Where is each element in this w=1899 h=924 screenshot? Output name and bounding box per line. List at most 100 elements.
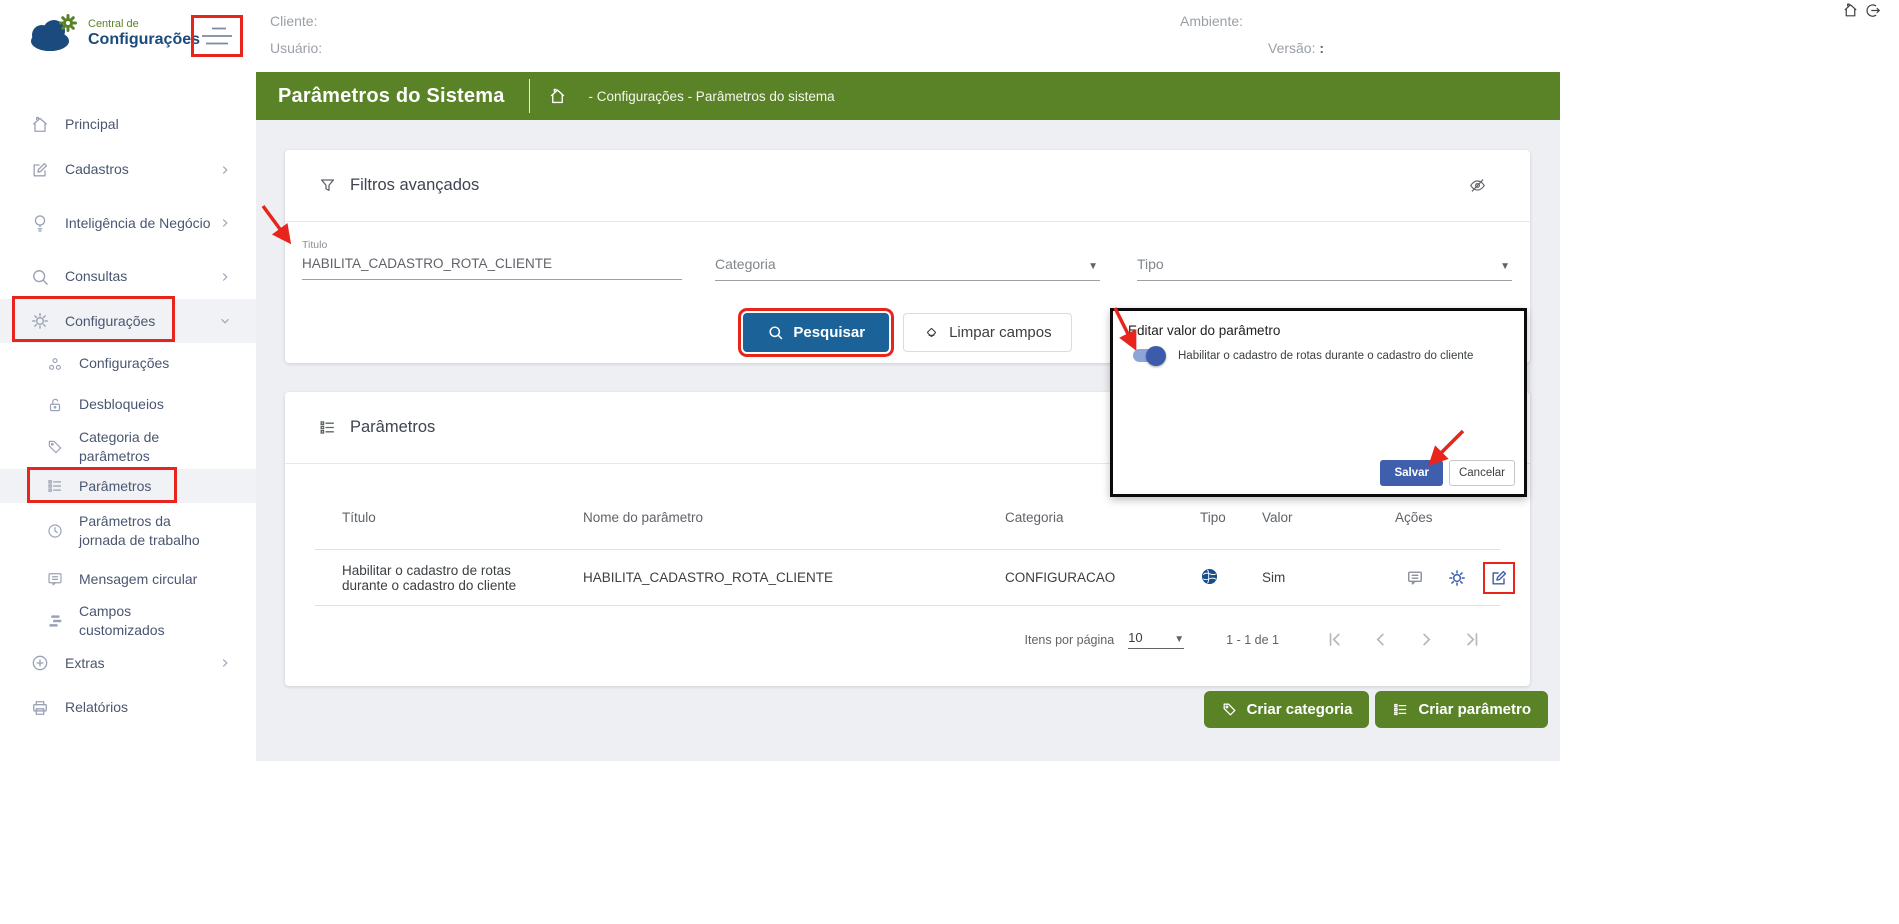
sidebar-item-label: Configurações (79, 354, 169, 373)
hub-icon (46, 355, 64, 373)
eye-slash-icon[interactable] (1468, 176, 1487, 195)
items-per-page-select[interactable]: 10 ▼ (1128, 630, 1184, 649)
col-acoes: Ações (1395, 510, 1500, 525)
app-logo: Central de Configurações (26, 13, 200, 53)
sidebar-item-relatorios[interactable]: Relatórios (0, 685, 256, 730)
comment-icon[interactable] (1405, 568, 1425, 588)
first-page-icon[interactable] (1325, 630, 1344, 649)
sidebar-item-label: Extras (65, 654, 105, 673)
titulo-input[interactable] (302, 253, 682, 280)
tag-icon (46, 438, 64, 456)
cell-acoes (1395, 568, 1509, 588)
salvar-button[interactable]: Salvar (1380, 460, 1443, 486)
lightbulb-icon (30, 213, 50, 233)
search-icon (30, 267, 50, 287)
items-per-page-label: Itens por página (1025, 633, 1115, 647)
toggle-label: Habilitar o cadastro de rotas durante o … (1178, 350, 1473, 362)
sidebar-item-label: Consultas (65, 267, 127, 286)
logout-icon[interactable] (1864, 2, 1881, 19)
sidebar-item-consultas[interactable]: Consultas (0, 254, 256, 299)
chevron-right-icon (218, 216, 232, 230)
criar-parametro-button[interactable]: Criar parâmetro (1375, 691, 1548, 728)
cell-valor: Sim (1262, 570, 1395, 585)
tipo-select-placeholder: Tipo (1137, 256, 1164, 272)
list-icon (46, 477, 64, 495)
parameter-toggle[interactable] (1133, 349, 1163, 362)
sidebar-item-label: Parâmetros da jornada de trabalho (79, 512, 212, 550)
central-configuracoes-app: Central de Configurações Cliente: Usuári… (0, 0, 1899, 924)
unlock-icon (46, 396, 64, 414)
chevron-right-icon (218, 656, 232, 670)
globe-icon (1200, 567, 1219, 586)
cloud-gear-logo-icon (26, 13, 80, 53)
versao-value: : (1319, 40, 1324, 56)
sidebar-item-extras[interactable]: Extras (0, 641, 256, 685)
sidebar-item-cadastros[interactable]: Cadastros (0, 147, 256, 192)
cell-categoria: CONFIGURACAO (1005, 570, 1200, 585)
home-icon (30, 115, 50, 135)
sidebar-item-principal[interactable]: Principal (0, 102, 256, 147)
cell-nome: HABILITA_CADASTRO_ROTA_CLIENTE (583, 570, 1005, 585)
col-nome: Nome do parâmetro (583, 510, 1005, 525)
titlebar-divider (529, 79, 530, 113)
filters-card-title: Filtros avançados (350, 176, 479, 195)
edit-icon[interactable] (1489, 568, 1509, 588)
breadcrumb: - Configurações - Parâmetros do sistema (589, 89, 835, 104)
col-valor: Valor (1262, 510, 1395, 525)
sidebar-item-label: Mensagem circular (79, 570, 197, 589)
footer-actions: Criar categoria Criar parâmetro (285, 691, 1548, 728)
layers-icon (46, 612, 64, 630)
last-page-icon[interactable] (1463, 630, 1482, 649)
prev-page-icon[interactable] (1371, 630, 1390, 649)
filter-funnel-icon (318, 176, 337, 195)
sidebar-item-label: Desbloqueios (79, 395, 164, 414)
dropdown-caret-icon: ▼ (1500, 261, 1510, 272)
chevron-right-icon (218, 270, 232, 284)
logo-line1: Central de (88, 18, 200, 31)
col-titulo: Título (315, 510, 583, 525)
cancelar-button[interactable]: Cancelar (1449, 460, 1515, 486)
sidebar-subitem-campos-customizados[interactable]: Campos customizados (0, 600, 256, 641)
tipo-select[interactable]: Tipo ▼ (1137, 253, 1512, 281)
next-page-icon[interactable] (1417, 630, 1436, 649)
sidebar-item-label: Principal (65, 115, 119, 134)
sidebar-item-inteligencia[interactable]: Inteligência de Negócio (0, 192, 256, 254)
list-icon (318, 418, 337, 437)
eraser-icon (923, 324, 940, 341)
tipo-field: Tipo ▼ (1137, 239, 1512, 281)
header-quick-icons (1842, 2, 1881, 19)
sidebar-subitem-categoria-parametros[interactable]: Categoria de parâmetros (0, 425, 256, 469)
pagination-range: 1 - 1 de 1 (1226, 633, 1279, 647)
chevron-down-icon (218, 314, 232, 328)
home-icon[interactable] (1842, 2, 1859, 19)
gear-icon[interactable] (1447, 568, 1467, 588)
page-title-bar: Parâmetros do Sistema - Configurações - … (256, 72, 1560, 120)
pesquisar-button[interactable]: Pesquisar (743, 313, 889, 352)
usuario-label: Usuário: (270, 40, 322, 56)
categoria-field: Categoria ▼ (715, 239, 1100, 281)
sidebar-item-label: Categoria de parâmetros (79, 428, 212, 466)
ambiente-label: Ambiente: (1180, 13, 1243, 29)
toggle-thumb (1146, 346, 1166, 366)
versao-label: Versão: : (1268, 40, 1324, 56)
limpar-campos-button[interactable]: Limpar campos (903, 313, 1072, 352)
sidebar-subitem-parametros[interactable]: Parâmetros (0, 469, 256, 503)
cliente-label: Cliente: (270, 13, 317, 29)
sidebar-subitem-configuracoes[interactable]: Configurações (0, 343, 256, 384)
list-icon (1392, 701, 1409, 718)
pagination-nav (1325, 630, 1482, 649)
home-icon[interactable] (548, 87, 567, 106)
plus-circle-icon (30, 653, 50, 673)
criar-categoria-button[interactable]: Criar categoria (1204, 691, 1370, 728)
search-icon (767, 324, 784, 341)
sidebar-subitem-mensagem-circular[interactable]: Mensagem circular (0, 558, 256, 600)
sidebar-subitem-parametros-jornada[interactable]: Parâmetros da jornada de trabalho (0, 503, 256, 558)
sidebar-item-configuracoes[interactable]: Configurações (0, 299, 256, 343)
clock-icon (46, 522, 64, 540)
sidebar-subitem-desbloqueios[interactable]: Desbloqueios (0, 384, 256, 425)
menu-hamburger-icon[interactable] (200, 24, 234, 48)
sidebar-item-label: Campos customizados (79, 602, 212, 640)
categoria-select[interactable]: Categoria ▼ (715, 253, 1100, 281)
gear-icon (30, 311, 50, 331)
top-header: Central de Configurações Cliente: Usuári… (0, 0, 1899, 72)
